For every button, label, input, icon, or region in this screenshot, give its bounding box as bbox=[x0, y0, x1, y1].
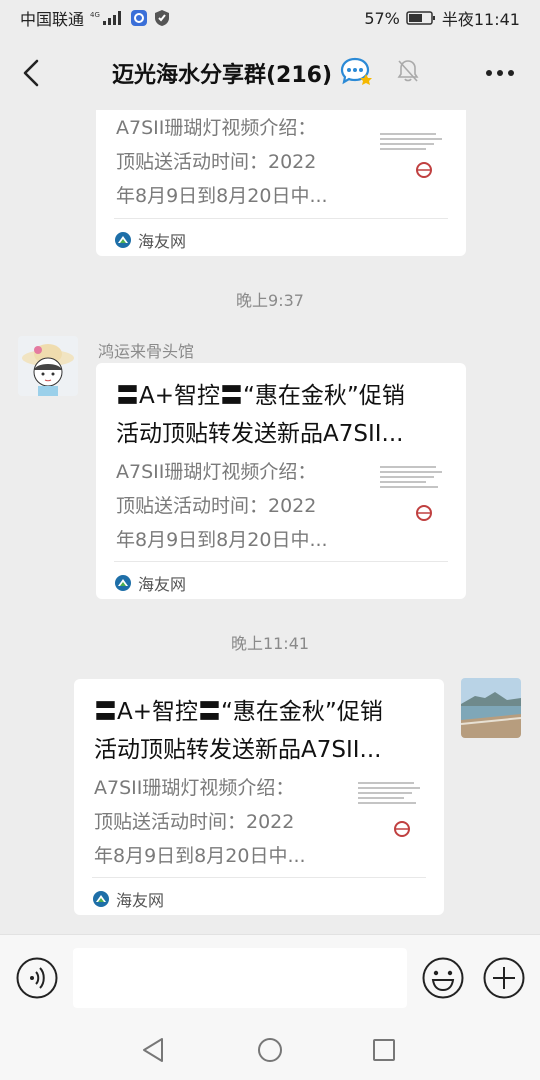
title-group: 迈光海水分享群(216) bbox=[112, 56, 420, 90]
source-logo-icon bbox=[115, 232, 131, 248]
message-timestamp: 晚上11:41 bbox=[230, 634, 310, 653]
link-card-message[interactable]: 〓A+智控〓“惠在金秋”促销 活动顶贴转发送新品A7SII... A7SII珊瑚… bbox=[74, 679, 444, 915]
plus-icon bbox=[483, 957, 525, 999]
card-description: A7SII珊瑚灯视频介绍： 顶贴送活动时间：2022 年8月9日到8月20日中.… bbox=[94, 771, 334, 873]
back-button[interactable] bbox=[14, 54, 48, 92]
card-thumbnail bbox=[376, 128, 446, 198]
status-left: 中国联通 4G bbox=[20, 6, 170, 30]
card-divider bbox=[114, 561, 448, 562]
system-home-button[interactable] bbox=[252, 1032, 288, 1068]
card-thumbnail bbox=[354, 777, 424, 847]
link-card-message[interactable]: A7SII珊瑚灯视频介绍： 顶贴送活动时间：2022 年8月9日到8月20日中.… bbox=[96, 110, 466, 256]
clock: 半夜11:41 bbox=[441, 10, 520, 29]
shield-icon bbox=[154, 9, 170, 27]
card-title-line: 活动顶贴转发送新品A7SII... bbox=[94, 737, 382, 763]
card-desc-line: 年8月9日到8月20日中... bbox=[94, 845, 306, 867]
message-timestamp: 晚上9:37 bbox=[236, 291, 304, 310]
card-desc-line: 顶贴送活动时间：2022 bbox=[116, 495, 317, 517]
more-functions-button[interactable] bbox=[482, 956, 526, 1000]
chat-title: 迈光海水分享群(216) bbox=[112, 63, 333, 88]
card-title-line: 〓A+智控〓“惠在金秋”促销 bbox=[94, 699, 383, 725]
card-desc-line: A7SII珊瑚灯视频介绍： bbox=[116, 461, 317, 483]
source-logo-icon bbox=[115, 575, 131, 591]
sender-name: 鸿运来骨头馆 bbox=[98, 342, 195, 361]
more-dots-icon bbox=[486, 70, 514, 76]
battery-icon bbox=[406, 10, 436, 26]
card-description: A7SII珊瑚灯视频介绍： 顶贴送活动时间：2022 年8月9日到8月20日中.… bbox=[116, 111, 356, 213]
voice-button[interactable] bbox=[15, 956, 59, 1000]
card-desc-line: 年8月9日到8月20日中... bbox=[116, 185, 328, 207]
bell-muted-icon[interactable] bbox=[396, 58, 420, 88]
card-thumbnail bbox=[376, 461, 446, 531]
circle-home-icon bbox=[258, 1038, 282, 1062]
input-bar bbox=[0, 934, 540, 1020]
group-chat-icon bbox=[340, 56, 374, 90]
card-desc-line: A7SII珊瑚灯视频介绍： bbox=[116, 117, 317, 139]
card-desc-line: 顶贴送活动时间：2022 bbox=[116, 151, 317, 173]
card-source-label: 海友网 bbox=[116, 891, 165, 910]
system-navigation-bar bbox=[0, 1020, 540, 1080]
emoji-button[interactable] bbox=[421, 956, 465, 1000]
card-title-line: 活动顶贴转发送新品A7SII... bbox=[116, 421, 404, 447]
square-recents-icon bbox=[373, 1039, 395, 1061]
battery-percent: 57% bbox=[364, 8, 400, 28]
card-desc-line: 顶贴送活动时间：2022 bbox=[94, 811, 295, 833]
card-source: 海友网 bbox=[114, 571, 186, 595]
network-type-label: 4G bbox=[90, 11, 100, 19]
triangle-back-icon bbox=[143, 1038, 163, 1062]
card-description: A7SII珊瑚灯视频介绍： 顶贴送活动时间：2022 年8月9日到8月20日中.… bbox=[116, 455, 356, 557]
carrier-label: 中国联通 bbox=[20, 10, 85, 29]
card-source-label: 海友网 bbox=[138, 575, 187, 594]
voice-icon bbox=[16, 957, 58, 999]
link-card-message[interactable]: 〓A+智控〓“惠在金秋”促销 活动顶贴转发送新品A7SII... A7SII珊瑚… bbox=[96, 363, 466, 599]
system-recents-button[interactable] bbox=[366, 1032, 402, 1068]
app-notification-icon bbox=[130, 9, 148, 27]
card-divider bbox=[114, 218, 448, 219]
card-desc-line: 年8月9日到8月20日中... bbox=[116, 529, 328, 551]
card-source-label: 海友网 bbox=[138, 232, 187, 251]
card-source: 海友网 bbox=[92, 887, 164, 911]
emoji-icon bbox=[422, 957, 464, 999]
card-title: 〓A+智控〓“惠在金秋”促销 活动顶贴转发送新品A7SII... bbox=[94, 693, 414, 769]
message-list[interactable]: A7SII珊瑚灯视频介绍： 顶贴送活动时间：2022 年8月9日到8月20日中.… bbox=[0, 110, 540, 934]
status-bar: 中国联通 4G 57% 半夜11:41 bbox=[0, 0, 540, 36]
card-title-line: 〓A+智控〓“惠在金秋”促销 bbox=[116, 383, 405, 409]
card-divider bbox=[92, 877, 426, 878]
my-avatar[interactable] bbox=[461, 678, 521, 738]
avatar[interactable] bbox=[18, 336, 78, 396]
card-title: 〓A+智控〓“惠在金秋”促销 活动顶贴转发送新品A7SII... bbox=[116, 377, 436, 453]
back-arrow-icon bbox=[23, 59, 39, 87]
chat-header: 迈光海水分享群(216) bbox=[0, 36, 540, 110]
more-button[interactable] bbox=[480, 58, 520, 88]
signal-icon: 4G bbox=[90, 10, 124, 26]
card-source: 海友网 bbox=[114, 228, 186, 252]
status-right: 57% 半夜11:41 bbox=[364, 6, 520, 30]
message-input[interactable] bbox=[73, 948, 407, 1008]
card-desc-line: A7SII珊瑚灯视频介绍： bbox=[94, 777, 295, 799]
system-back-button[interactable] bbox=[136, 1032, 172, 1068]
source-logo-icon bbox=[93, 891, 109, 907]
